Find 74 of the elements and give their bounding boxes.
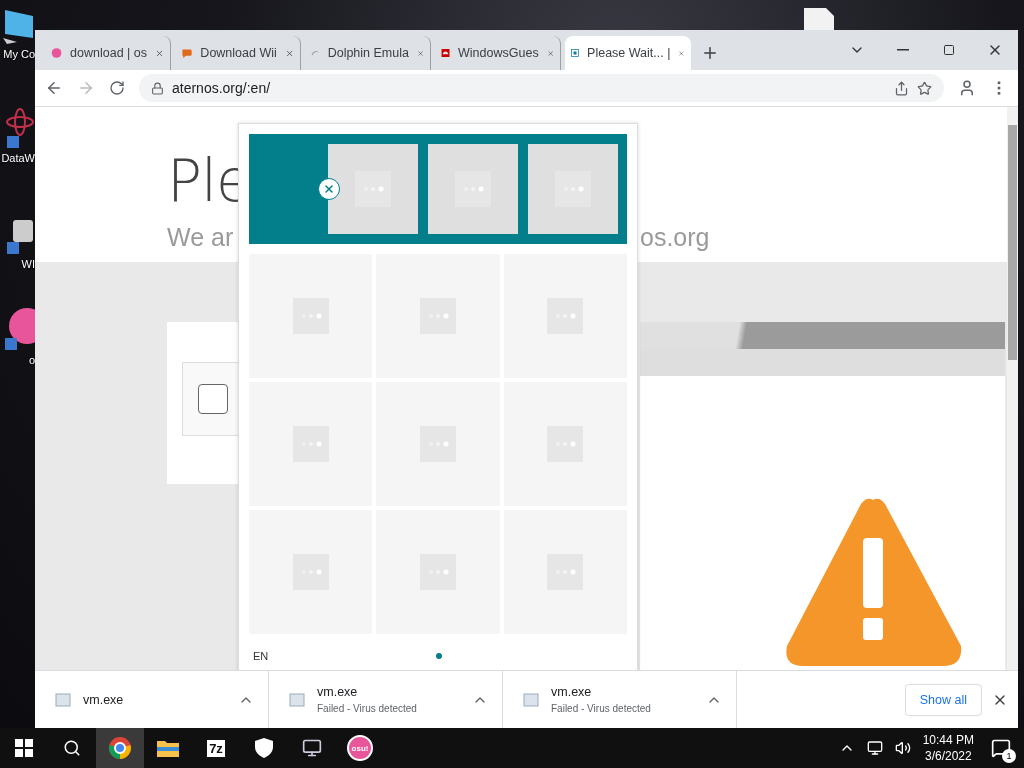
loading-icon <box>455 171 491 207</box>
search-icon <box>63 739 81 757</box>
desktop-icon-label[interactable]: DataW <box>1 152 35 164</box>
plus-icon <box>701 44 719 62</box>
desktop-icon-label[interactable]: My Co <box>3 48 35 60</box>
show-all-button[interactable]: Show all <box>904 683 982 716</box>
volume-icon[interactable] <box>894 740 911 756</box>
close-icon <box>323 183 335 195</box>
image-tile[interactable] <box>503 254 627 378</box>
bookmark-star-icon[interactable] <box>917 80 932 96</box>
notifications-button[interactable]: 1 <box>986 733 1016 763</box>
lock-icon <box>151 81 164 95</box>
page-subtitle: os.org <box>640 222 710 253</box>
warning-icon <box>783 496 963 666</box>
image-tile[interactable] <box>249 382 373 506</box>
loading-icon <box>547 298 584 334</box>
file-icon <box>289 692 305 707</box>
loading-icon <box>292 554 329 590</box>
desktop-icon-label[interactable]: o <box>28 354 35 366</box>
windows-icon <box>15 739 33 757</box>
loading-icon <box>547 426 584 462</box>
language-selector[interactable]: EN <box>253 650 269 662</box>
file-icon <box>55 692 71 707</box>
loading-icon <box>355 171 391 207</box>
browser-icon <box>108 736 132 760</box>
page-dot <box>436 653 443 659</box>
file-icon <box>804 8 834 32</box>
image-tile[interactable] <box>376 510 500 634</box>
browser-tab[interactable]: Dolphin Emula <box>305 36 431 70</box>
notification-icon <box>991 738 1011 758</box>
loading-icon <box>292 426 329 462</box>
minimize-icon <box>897 49 909 51</box>
circle-icon <box>51 45 63 61</box>
loading-icon <box>420 298 456 334</box>
loading-icon <box>420 426 456 462</box>
clock[interactable]: 10:44 PM 3/6/2022 <box>922 733 974 763</box>
scrollbar[interactable] <box>1007 107 1018 670</box>
browser-tab[interactable]: Please Wait... | <box>565 36 691 70</box>
image-tile[interactable] <box>528 144 618 234</box>
page-subtitle: We ar <box>167 222 234 253</box>
image-tile[interactable] <box>249 510 373 634</box>
address-bar[interactable]: aternos.org/:en/ <box>139 74 944 102</box>
browser-tab[interactable]: WindowsGues <box>435 36 561 70</box>
share-icon[interactable] <box>894 80 909 96</box>
folder-icon <box>157 739 179 757</box>
file-icon <box>523 692 539 707</box>
browser-taskbar-button[interactable] <box>96 728 144 768</box>
shield-icon <box>255 738 273 758</box>
loading-icon <box>555 171 591 207</box>
reload-icon[interactable] <box>109 80 125 96</box>
back-icon[interactable] <box>45 79 63 97</box>
image-tile[interactable] <box>376 254 500 378</box>
profile-icon[interactable] <box>958 79 976 97</box>
image-tile[interactable] <box>376 382 500 506</box>
monitor-icon <box>302 738 322 758</box>
loading-icon <box>547 554 584 590</box>
network-icon[interactable] <box>866 740 883 756</box>
image-tile[interactable] <box>503 382 627 506</box>
loading-icon <box>292 298 329 334</box>
atom-icon <box>5 108 35 148</box>
archiver-button[interactable]: 7z <box>192 728 240 768</box>
close-button[interactable] <box>318 178 340 200</box>
browser-tab[interactable]: download | os <box>45 36 171 70</box>
image-tile[interactable] <box>503 510 627 634</box>
desktop-icon-label[interactable]: WI <box>21 258 35 270</box>
maximize-icon <box>943 44 955 56</box>
image-tile[interactable] <box>328 144 418 234</box>
loading-icon <box>420 554 456 590</box>
image-tile[interactable] <box>428 144 518 234</box>
browser-tab[interactable]: Download Wii <box>175 36 301 70</box>
image-tile[interactable] <box>249 254 373 378</box>
monitor-icon <box>1 8 35 44</box>
captcha-checkbox[interactable] <box>198 384 228 414</box>
drive-icon <box>5 218 35 254</box>
